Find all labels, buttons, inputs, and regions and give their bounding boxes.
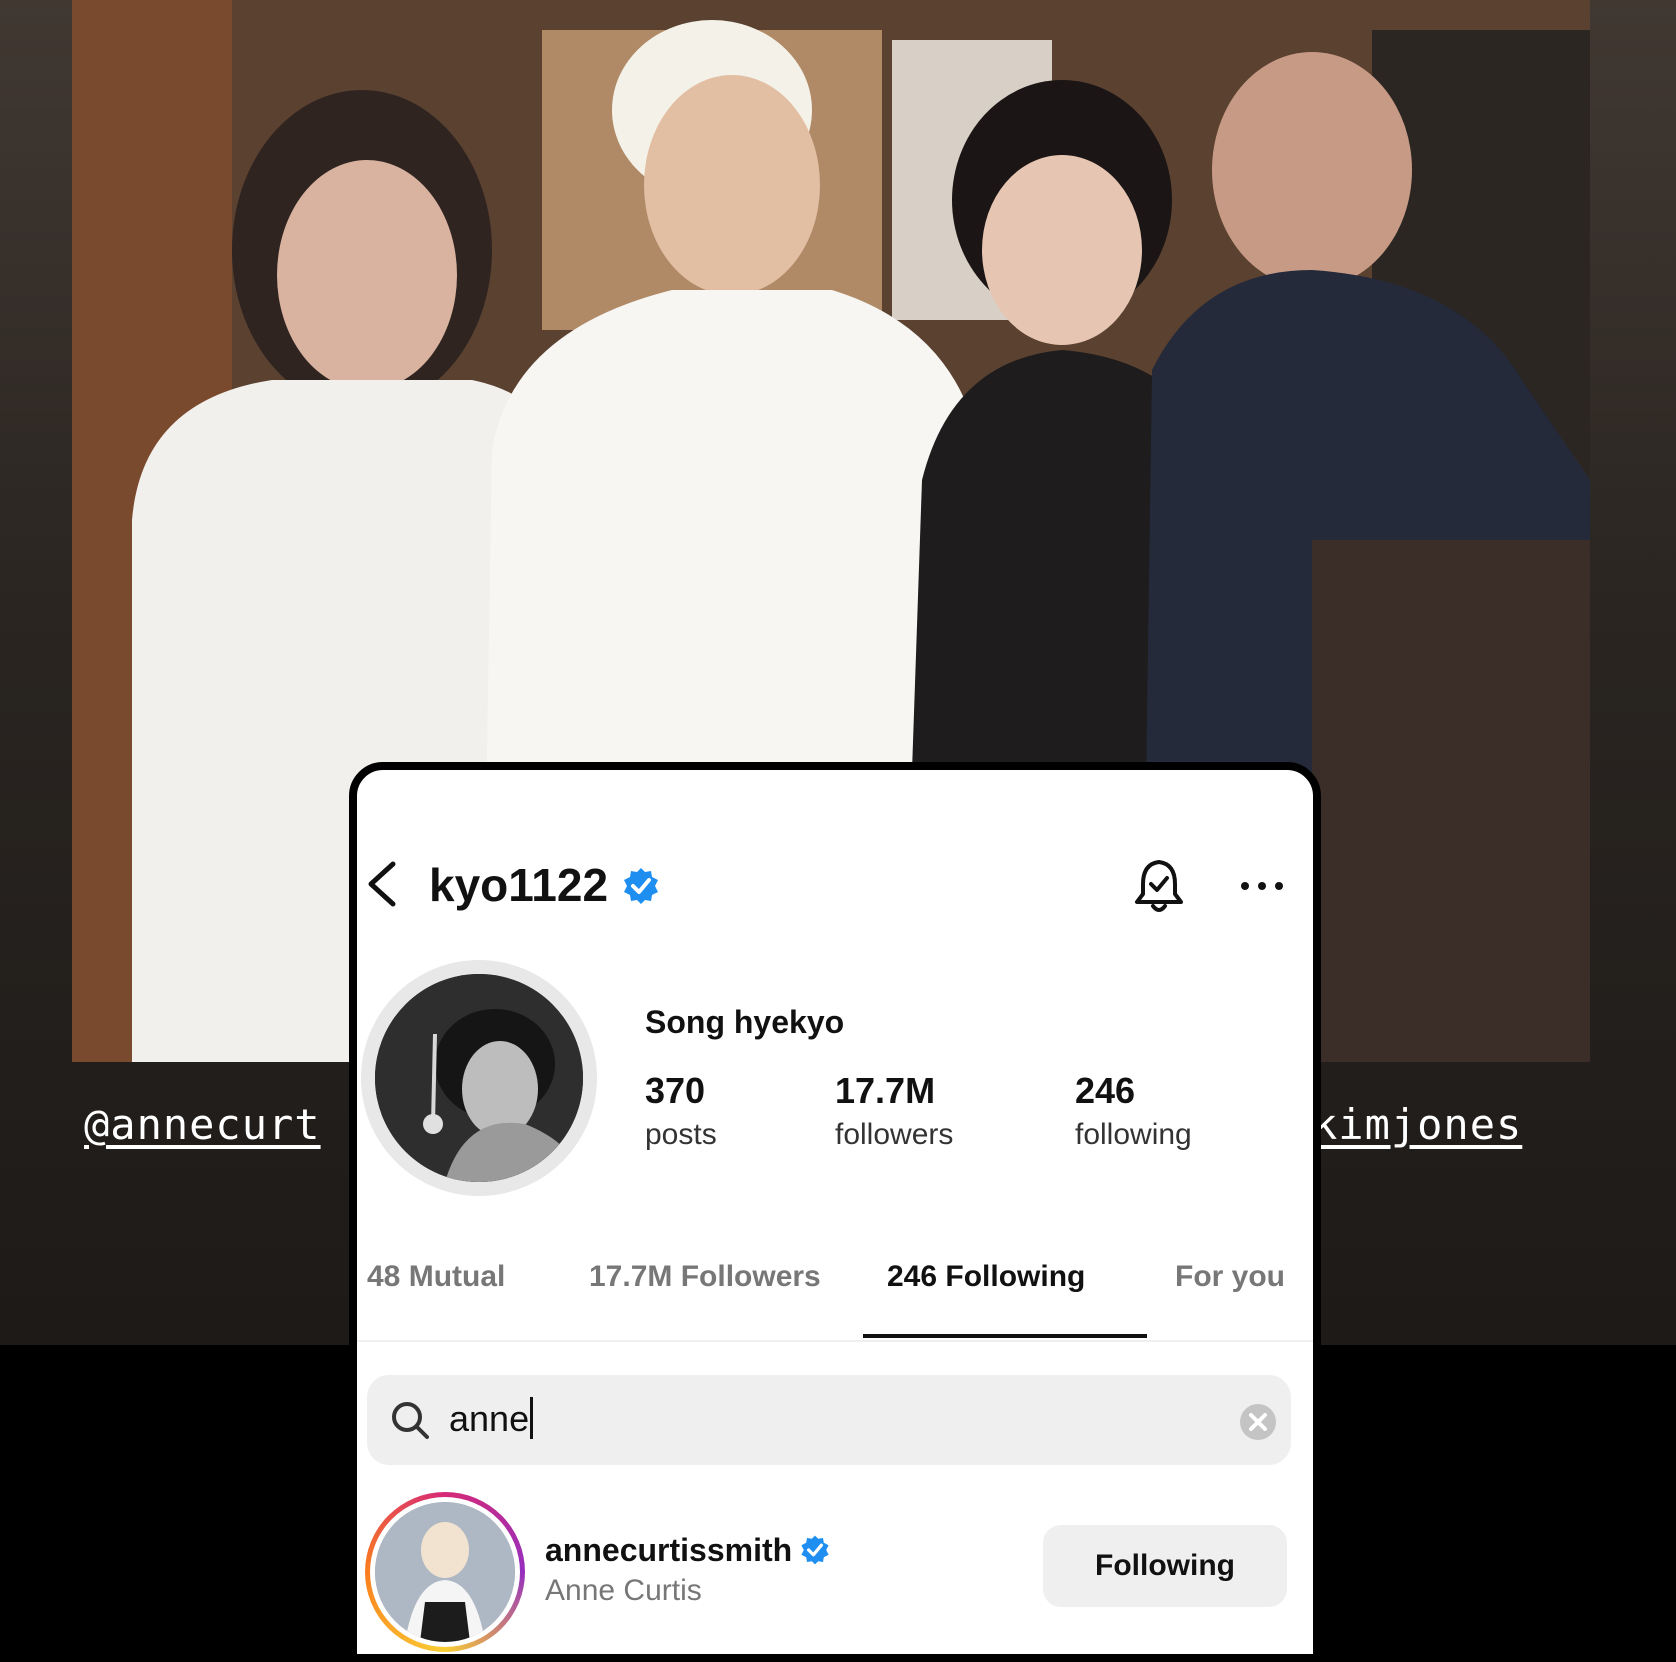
following-button[interactable]: Following	[1043, 1525, 1287, 1607]
notification-bell-icon[interactable]	[1131, 856, 1187, 916]
search-query[interactable]: anne	[449, 1397, 533, 1440]
following-label: following	[1075, 1118, 1192, 1151]
followers-count: 17.7M	[835, 1070, 936, 1111]
active-tab-indicator	[863, 1334, 1147, 1338]
result-avatar-image	[375, 1502, 515, 1642]
more-dots-icon[interactable]	[1239, 878, 1285, 894]
story-mention-left[interactable]: @annecurt	[84, 1100, 321, 1149]
search-input[interactable]: anne	[367, 1375, 1291, 1465]
posts-count: 370	[645, 1070, 706, 1111]
profile-avatar[interactable]	[361, 960, 597, 1196]
result-full-name: Anne Curtis	[545, 1574, 702, 1607]
profile-avatar-image	[375, 974, 583, 1182]
tab-mutual[interactable]: 48 Mutual	[367, 1260, 505, 1294]
story-mention-right[interactable]: kimjones	[1312, 1100, 1522, 1149]
following-count: 246	[1075, 1070, 1136, 1111]
profile-username: kyo1122	[429, 859, 609, 911]
follow-tabs: 48 Mutual 17.7M Followers 246 Following …	[357, 1260, 1313, 1342]
instagram-profile-card: kyo1122 Song hyekyo 370 posts 17.7M foll…	[349, 762, 1321, 1662]
followers-label: followers	[835, 1118, 954, 1151]
list-item[interactable]: annecurtissmith Anne Curtis Following	[357, 1480, 1313, 1654]
result-avatar[interactable]	[365, 1492, 525, 1652]
clear-circle-icon[interactable]	[1239, 1403, 1277, 1441]
profile-display-name: Song hyekyo	[645, 1004, 845, 1040]
tab-following[interactable]: 246 Following	[887, 1260, 1085, 1294]
posts-label: posts	[645, 1118, 717, 1151]
tab-for-you[interactable]: For you	[1175, 1260, 1285, 1294]
followers-stat[interactable]: 17.7M followers	[835, 1070, 953, 1152]
following-stat[interactable]: 246 following	[1075, 1070, 1192, 1152]
chevron-left-icon[interactable]	[363, 858, 403, 910]
search-icon	[392, 1402, 429, 1439]
verified-badge-icon	[624, 868, 658, 904]
tab-followers[interactable]: 17.7M Followers	[589, 1260, 821, 1294]
profile-header: kyo1122	[357, 770, 1313, 920]
verified-badge-icon	[801, 1535, 829, 1565]
posts-stat[interactable]: 370 posts	[645, 1070, 717, 1152]
result-username[interactable]: annecurtissmith	[545, 1532, 792, 1569]
